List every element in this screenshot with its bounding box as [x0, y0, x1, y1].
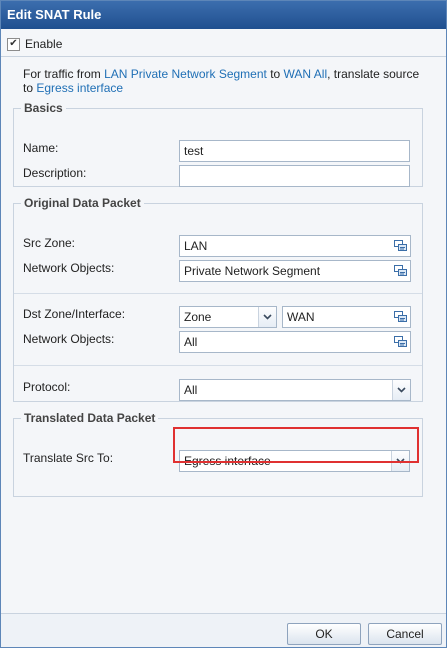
ok-button[interactable]: OK — [287, 623, 361, 645]
translated-packet-legend: Translated Data Packet — [24, 411, 156, 425]
src-objects-label: Network Objects: — [23, 261, 115, 275]
select-objects-icon — [393, 336, 407, 347]
original-packet-group: Original Data Packet Src Zone: LAN Netwo… — [13, 196, 423, 402]
dst-type-dropdown-button[interactable] — [258, 307, 276, 327]
translation-link[interactable]: Egress interface — [36, 81, 123, 95]
dst-objects-value: All — [184, 335, 198, 349]
enable-label: Enable — [25, 37, 63, 51]
src-zone-field[interactable]: LAN — [179, 235, 411, 257]
description-input[interactable] — [179, 165, 410, 187]
protocol-select[interactable]: All — [179, 379, 411, 401]
src-zone-picker-button[interactable] — [391, 237, 409, 255]
dialog-title: Edit SNAT Rule — [1, 1, 446, 29]
protocol-value: All — [184, 383, 198, 397]
destination-link[interactable]: WAN All — [284, 67, 328, 81]
src-objects-field[interactable]: Private Network Segment — [179, 260, 411, 282]
name-input[interactable]: test — [179, 140, 410, 162]
dst-objects-picker-button[interactable] — [391, 333, 409, 351]
dst-zone-field[interactable]: WAN — [282, 306, 411, 328]
dst-zone-label: Dst Zone/Interface: — [23, 307, 126, 321]
desc-text-1: For traffic from — [23, 67, 105, 81]
dst-type-select[interactable]: Zone — [179, 306, 277, 328]
select-objects-icon — [393, 311, 407, 322]
source-link[interactable]: LAN Private Network Segment — [104, 67, 267, 81]
section-divider — [14, 365, 422, 366]
dst-objects-field[interactable]: All — [179, 331, 411, 353]
rule-description: For traffic from LAN Private Network Seg… — [23, 67, 423, 95]
translate-src-label: Translate Src To: — [23, 451, 114, 465]
chevron-down-icon — [397, 387, 406, 393]
select-objects-icon — [393, 265, 407, 276]
cancel-button[interactable]: Cancel — [368, 623, 442, 645]
dst-objects-label: Network Objects: — [23, 332, 115, 346]
protocol-label: Protocol: — [23, 380, 71, 394]
dst-type-value: Zone — [184, 310, 212, 324]
src-zone-value: LAN — [184, 239, 208, 253]
enable-option: ✔ Enable — [7, 36, 62, 52]
description-label: Description: — [23, 166, 87, 180]
divider — [1, 56, 446, 57]
dst-zone-value: WAN — [287, 310, 315, 324]
name-label: Name: — [23, 141, 59, 155]
chevron-down-icon — [263, 314, 272, 320]
src-objects-picker-button[interactable] — [391, 262, 409, 280]
basics-legend: Basics — [24, 101, 63, 115]
select-objects-icon — [393, 240, 407, 251]
original-packet-legend: Original Data Packet — [24, 196, 141, 210]
highlight-box — [173, 427, 419, 463]
protocol-dropdown-button[interactable] — [392, 380, 410, 400]
checkmark-icon: ✔ — [9, 38, 18, 49]
dst-zone-picker-button[interactable] — [391, 308, 409, 326]
dialog-footer: OK Cancel — [1, 613, 446, 647]
src-objects-value: Private Network Segment — [184, 264, 321, 278]
desc-text-2: to — [266, 67, 284, 81]
edit-snat-rule-dialog: Edit SNAT Rule ✔ Enable For traffic from… — [0, 0, 447, 648]
section-divider — [14, 293, 422, 294]
src-zone-label: Src Zone: — [23, 236, 76, 250]
enable-checkbox[interactable]: ✔ — [7, 37, 20, 51]
basics-group: Basics Name: test Description: — [13, 101, 423, 187]
